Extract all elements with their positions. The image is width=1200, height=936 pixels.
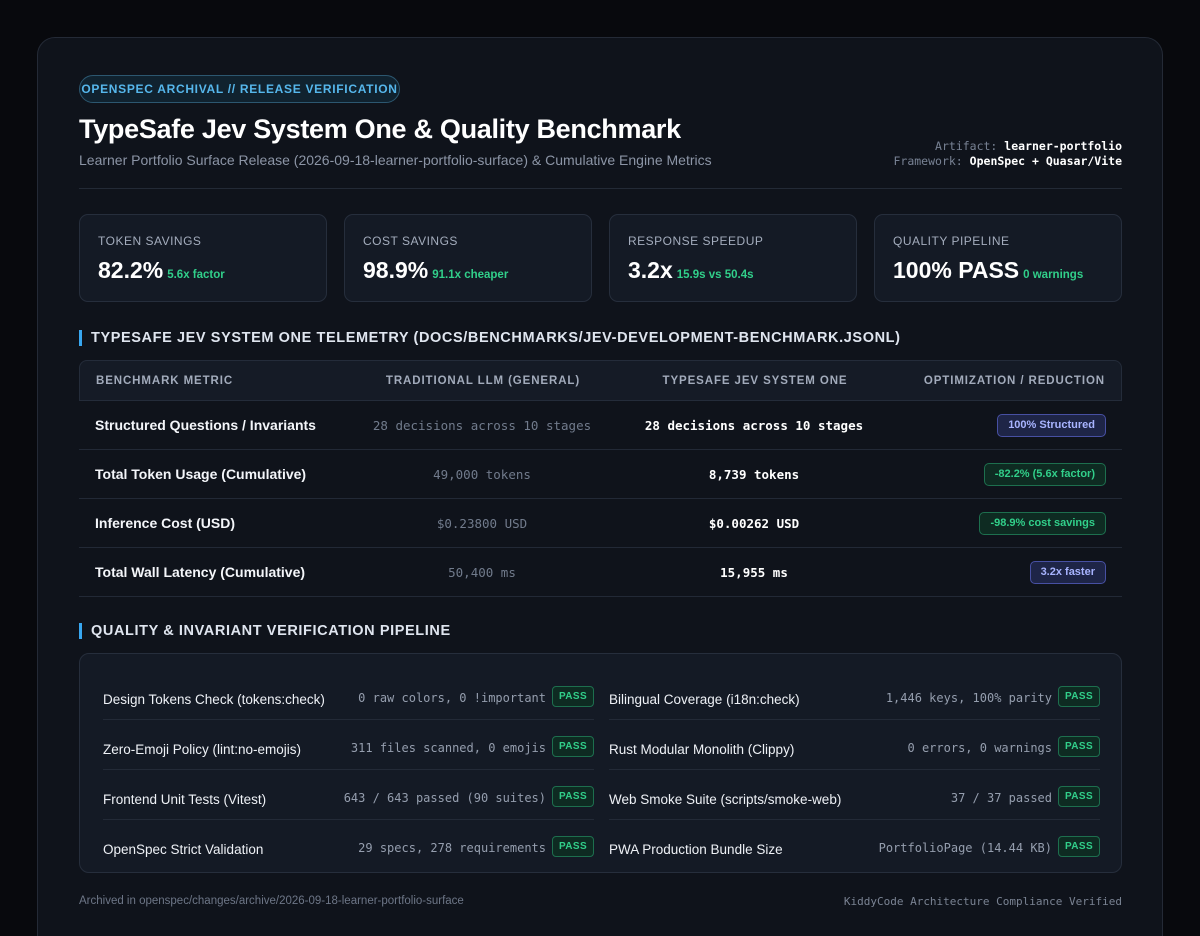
pass-badge: PASS <box>1058 686 1100 707</box>
jev-cell: 28 decisions across 10 stages <box>644 418 864 433</box>
artifact-label: Artifact: <box>935 139 998 153</box>
check-item: Rust Modular Monolith (Clippy) 0 errors,… <box>609 720 1100 770</box>
kpi-label: TOKEN SAVINGS <box>98 234 202 248</box>
result-badge: -98.9% cost savings <box>979 512 1106 535</box>
pass-badge: PASS <box>552 686 594 707</box>
table-row: Structured Questions / Invariants 28 dec… <box>79 401 1122 450</box>
kpi-quality-pipeline: QUALITY PIPELINE 100% PASS 0 warnings <box>874 214 1122 302</box>
check-stat: 643 / 643 passed (90 suites) <box>343 791 546 805</box>
pass-badge: PASS <box>1058 736 1100 757</box>
traditional-cell: 50,400 ms <box>448 565 516 580</box>
kpi-token-savings: TOKEN SAVINGS 82.2% 5.6x factor <box>79 214 327 302</box>
check-stat: 0 errors, 0 warnings <box>907 741 1053 755</box>
kpi-note: 5.6x factor <box>167 269 225 281</box>
check-stat: 1,446 keys, 100% parity <box>885 691 1052 705</box>
check-label: Rust Modular Monolith (Clippy) <box>609 742 795 757</box>
check-item: Design Tokens Check (tokens:check) 0 raw… <box>103 670 594 720</box>
check-stat: 0 raw colors, 0 !important <box>358 691 546 705</box>
check-item: Web Smoke Suite (scripts/smoke-web) 37 /… <box>609 770 1100 820</box>
archival-badge: OPENSPEC ARCHIVAL // RELEASE VERIFICATIO… <box>79 75 400 103</box>
report-card: OPENSPEC ARCHIVAL // RELEASE VERIFICATIO… <box>37 37 1163 936</box>
kpi-note: 15.9s vs 50.4s <box>676 269 754 281</box>
check-label: OpenSpec Strict Validation <box>103 842 264 857</box>
kpi-label: QUALITY PIPELINE <box>893 234 1010 248</box>
kpi-label: COST SAVINGS <box>363 234 458 248</box>
column-header-metric: BENCHMARK METRIC <box>96 375 234 387</box>
jev-cell: 15,955 ms <box>720 565 788 580</box>
result-badge: 100% Structured <box>997 414 1106 437</box>
table-row: Inference Cost (USD) $0.23800 USD $0.002… <box>79 499 1122 548</box>
kpi-row: TOKEN SAVINGS 82.2% 5.6x factor COST SAVI… <box>79 214 1122 302</box>
kpi-cost-savings: COST SAVINGS 98.9% 91.1x cheaper <box>344 214 592 302</box>
kpi-value: 100% PASS <box>893 257 1020 283</box>
kpi-note: 91.1x cheaper <box>432 269 509 281</box>
check-label: Web Smoke Suite (scripts/smoke-web) <box>609 792 842 807</box>
column-header-optimization: OPTIMIZATION / REDUCTION <box>923 375 1105 387</box>
column-header-traditional: TRADITIONAL LLM (GENERAL) <box>385 375 581 387</box>
table-row: Total Wall Latency (Cumulative) 50,400 m… <box>79 548 1122 597</box>
check-item: Zero-Emoji Policy (lint:no-emojis) 311 f… <box>103 720 594 770</box>
check-label: Zero-Emoji Policy (lint:no-emojis) <box>103 742 302 757</box>
kpi-note: 0 warnings <box>1023 269 1084 281</box>
metric-cell: Total Token Usage (Cumulative) <box>95 466 307 482</box>
check-label: Bilingual Coverage (i18n:check) <box>609 692 800 707</box>
artifact-value: learner-portfolio <box>1004 139 1122 153</box>
metric-cell: Total Wall Latency (Cumulative) <box>95 564 306 580</box>
check-stat: PortfolioPage (14.44 KB) <box>878 841 1052 855</box>
jev-cell: 8,739 tokens <box>708 467 800 482</box>
compliance-note: KiddyCode Architecture Compliance Verifi… <box>843 895 1122 908</box>
check-stat: 311 files scanned, 0 emojis <box>350 741 546 755</box>
header-divider <box>79 188 1122 189</box>
check-item: Bilingual Coverage (i18n:check) 1,446 ke… <box>609 670 1100 720</box>
check-item: PWA Production Bundle Size PortfolioPage… <box>609 820 1100 870</box>
pass-badge: PASS <box>1058 836 1100 857</box>
telemetry-table-header: BENCHMARK METRIC TRADITIONAL LLM (GENERA… <box>79 360 1122 401</box>
quality-panel: Design Tokens Check (tokens:check) 0 raw… <box>79 653 1122 873</box>
check-label: PWA Production Bundle Size <box>609 842 783 857</box>
kpi-value: 98.9% <box>363 257 429 283</box>
result-badge: -82.2% (5.6x factor) <box>983 463 1106 486</box>
jev-cell: $0.00262 USD <box>708 516 800 531</box>
kpi-value: 82.2% <box>98 257 164 283</box>
check-stat: 29 specs, 278 requirements <box>358 841 546 855</box>
check-label: Frontend Unit Tests (Vitest) <box>103 792 267 807</box>
page-subtitle: Learner Portfolio Surface Release (2026-… <box>79 152 712 168</box>
framework-value: OpenSpec + Quasar/Vite <box>969 154 1122 168</box>
column-header-jev: TYPESAFE JEV SYSTEM ONE <box>662 375 848 387</box>
metric-cell: Inference Cost (USD) <box>95 515 236 531</box>
table-row: Total Token Usage (Cumulative) 49,000 to… <box>79 450 1122 499</box>
telemetry-section-title: TYPESAFE JEV SYSTEM ONE TELEMETRY (DOCS/… <box>79 330 901 346</box>
archive-path: Archived in openspec/changes/archive/202… <box>79 895 464 907</box>
artifact-meta: Artifact: learner-portfolio Framework: O… <box>893 139 1122 169</box>
traditional-cell: $0.23800 USD <box>436 516 528 531</box>
check-label: Design Tokens Check (tokens:check) <box>103 692 325 707</box>
kpi-value: 3.2x <box>628 257 673 283</box>
pass-badge: PASS <box>552 836 594 857</box>
traditional-cell: 28 decisions across 10 stages <box>372 418 592 433</box>
kpi-label: RESPONSE SPEEDUP <box>628 234 764 248</box>
traditional-cell: 49,000 tokens <box>433 467 531 482</box>
pass-badge: PASS <box>552 736 594 757</box>
kpi-response-speedup: RESPONSE SPEEDUP 3.2x 15.9s vs 50.4s <box>609 214 857 302</box>
metric-cell: Structured Questions / Invariants <box>95 417 316 433</box>
result-badge: 3.2x faster <box>1029 561 1106 584</box>
pass-badge: PASS <box>552 786 594 807</box>
pass-badge: PASS <box>1058 786 1100 807</box>
framework-label: Framework: <box>893 154 963 168</box>
page-title: TypeSafe Jev System One & Quality Benchm… <box>79 114 681 144</box>
quality-section-title: QUALITY & INVARIANT VERIFICATION PIPELIN… <box>79 623 451 639</box>
check-stat: 37 / 37 passed <box>950 791 1052 805</box>
check-item: OpenSpec Strict Validation 29 specs, 278… <box>103 820 594 870</box>
check-item: Frontend Unit Tests (Vitest) 643 / 643 p… <box>103 770 594 820</box>
